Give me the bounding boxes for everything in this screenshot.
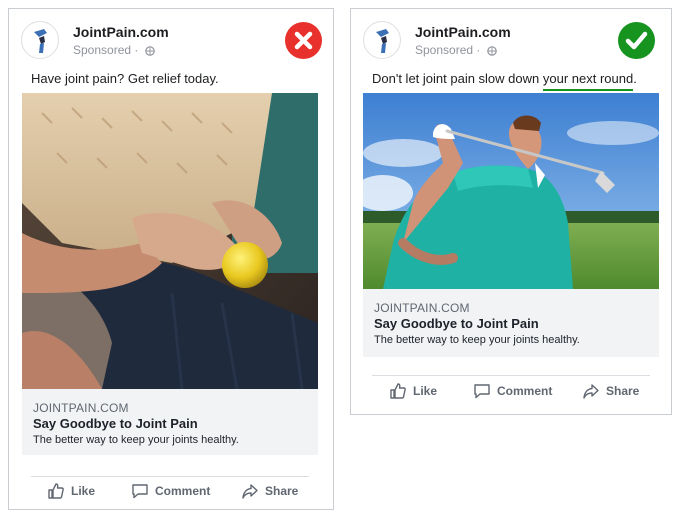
link-title[interactable]: Say Goodbye to Joint Pain [33,416,198,431]
share-label: Share [265,484,299,498]
post-caption: Don't let joint pain slow down your next… [372,71,637,91]
comment-button[interactable]: Comment [473,382,552,400]
like-button[interactable]: Like [389,382,437,400]
knee-logo-icon [34,29,47,53]
caption-highlight: your next round [542,71,634,91]
post-caption: Have joint pain? Get relief today. [31,71,219,86]
link-domain: JOINTPAIN.COM [33,401,129,415]
share-button[interactable]: Share [241,482,298,500]
link-preview[interactable]: JOINTPAIN.COM Say Goodbye to Joint Pain … [363,289,659,357]
share-label: Share [606,384,640,398]
ad-card-left: JointPain.com Sponsored · Have joint pai… [8,8,334,510]
comment-label: Comment [497,384,553,398]
link-preview[interactable]: JOINTPAIN.COM Say Goodbye to Joint Pain … [22,389,318,455]
page-avatar[interactable] [21,21,59,59]
globe-icon [486,46,497,56]
share-icon [242,484,258,499]
divider [372,375,650,376]
share-button[interactable]: Share [582,382,639,400]
x-icon [285,22,322,59]
ad-image[interactable] [22,93,318,389]
ad-image[interactable] [363,93,659,289]
divider [31,476,309,477]
thumbs-up-icon [390,383,406,399]
knee-logo-icon [376,29,389,53]
globe-icon [144,46,155,56]
share-icon [583,384,599,399]
sponsored-label: Sponsored · [415,43,497,57]
caption-suffix: . [633,71,637,86]
comment-label: Comment [155,484,211,498]
link-domain: JOINTPAIN.COM [374,301,470,315]
page-avatar[interactable] [363,21,401,59]
like-button[interactable]: Like [47,482,95,500]
sponsored-label: Sponsored · [73,43,155,57]
caption-prefix: Don't let joint pain slow down [372,71,543,86]
link-title[interactable]: Say Goodbye to Joint Pain [374,316,539,331]
thumbs-up-icon [48,483,64,499]
comment-icon [474,384,490,399]
link-description: The better way to keep your joints healt… [374,334,580,346]
page-name[interactable]: JointPain.com [73,24,169,40]
page-name[interactable]: JointPain.com [415,24,511,40]
comment-button[interactable]: Comment [131,482,210,500]
comment-icon [132,484,148,499]
ad-card-right: JointPain.com Sponsored · Don't let join… [350,8,672,415]
like-label: Like [413,384,438,398]
checkmark-icon [618,22,655,59]
link-description: The better way to keep your joints healt… [33,434,239,446]
like-label: Like [71,484,96,498]
